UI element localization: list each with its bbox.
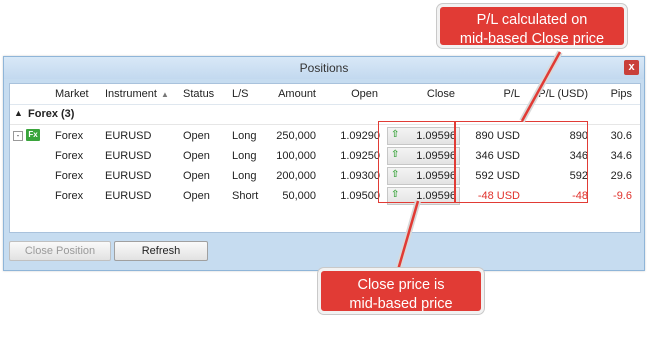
callout-pl-line1: P/L calculated on [476, 12, 588, 28]
callout-close-price: Close price is mid-based price [318, 268, 484, 314]
callout-pl-line2: mid-based Close price [459, 31, 605, 47]
callout-pl: P/L calculated on mid-based Close price [437, 4, 627, 48]
top-connector [520, 51, 562, 122]
callout-close-line1: Close price is [357, 277, 445, 293]
callout-close-line2: mid-based price [349, 296, 453, 312]
bottom-connector [396, 200, 420, 271]
